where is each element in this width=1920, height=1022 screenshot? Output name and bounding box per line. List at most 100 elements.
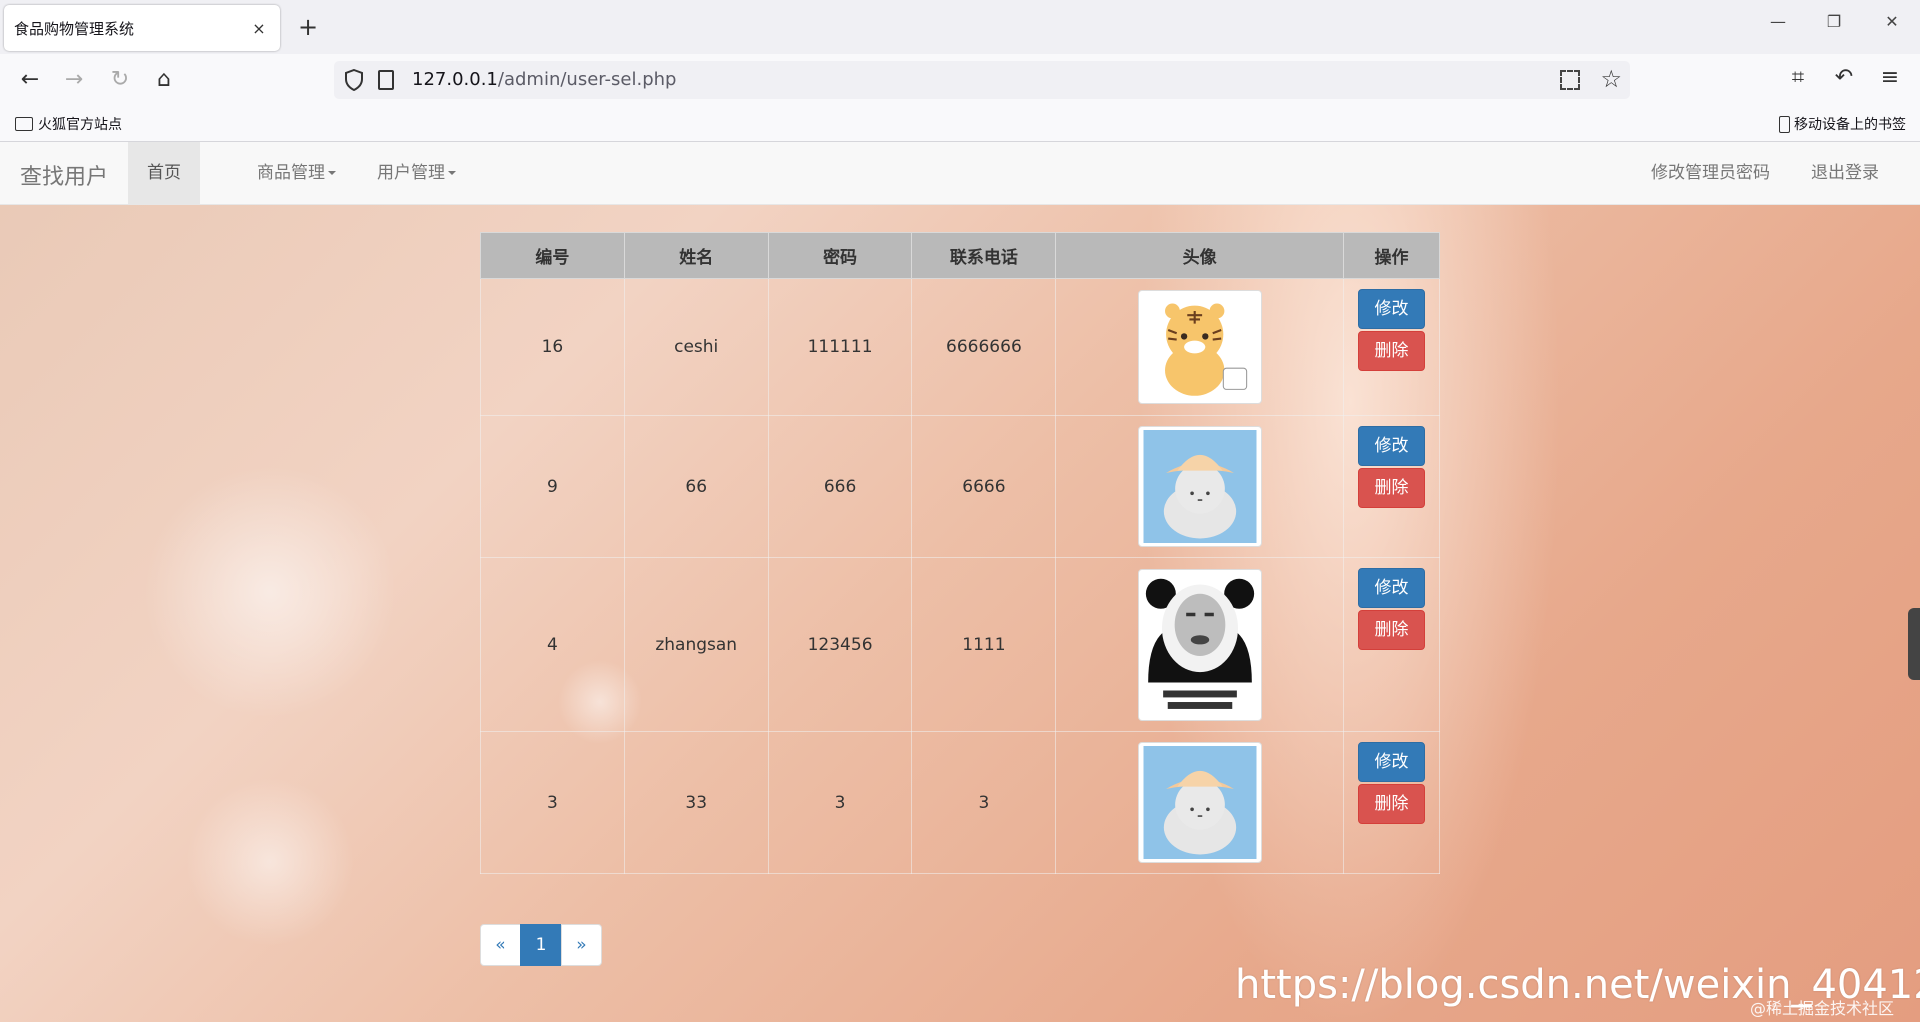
- mobile-bookmarks-label: 移动设备上的书签: [1794, 117, 1906, 133]
- cell-avatar: [1055, 731, 1345, 874]
- cell-name: ceshi: [623, 278, 769, 416]
- table-row: 16 ceshi 111111 6666666 修改 删除: [480, 278, 1440, 416]
- nav-goods-label: 商品管理: [257, 163, 325, 183]
- cell-name: zhangsan: [623, 557, 769, 732]
- pagination: « 1 »: [480, 924, 602, 966]
- tiger-sticker-icon: [1146, 294, 1253, 400]
- cell-actions: 修改 删除: [1343, 731, 1440, 874]
- header-password: 密码: [767, 232, 913, 279]
- header-name: 姓名: [623, 232, 769, 279]
- brand-title[interactable]: 查找用户: [20, 159, 108, 191]
- cell-password: 3: [767, 731, 913, 874]
- nav-home[interactable]: 首页: [128, 142, 200, 205]
- table-row: 4 zhangsan 123456 1111 修改 删除: [480, 557, 1440, 732]
- cell-name: 66: [623, 415, 769, 558]
- folder-icon: [15, 117, 33, 131]
- cell-phone: 6666666: [911, 278, 1057, 416]
- tab-title: 食品购物管理系统: [14, 19, 135, 38]
- reload-icon[interactable]: ↻: [104, 65, 136, 95]
- header-actions: 操作: [1343, 232, 1440, 279]
- url-text[interactable]: 127.0.0.1/admin/user-sel.php: [412, 69, 676, 90]
- cell-id: 16: [480, 278, 625, 416]
- mobile-device-icon: [1779, 115, 1790, 133]
- forward-icon[interactable]: →: [58, 65, 90, 95]
- new-tab-icon[interactable]: +: [294, 13, 322, 41]
- bookmarks-bar: 火狐官方站点 移动设备上的书签: [0, 106, 1920, 142]
- edit-button[interactable]: 修改: [1358, 568, 1425, 608]
- user-table: 编号 姓名 密码 联系电话 头像 操作 16 ceshi 111111 6666…: [480, 232, 1440, 874]
- back-icon[interactable]: ←: [14, 65, 46, 95]
- cell-phone: 1111: [911, 557, 1057, 732]
- cell-id: 4: [480, 557, 625, 732]
- watermark-juejin: @稀土掘金技术社区: [1750, 999, 1895, 1018]
- cell-id: 9: [480, 415, 625, 558]
- cell-actions: 修改 删除: [1343, 557, 1440, 732]
- cell-phone: 3: [911, 731, 1057, 874]
- table-row: 9 66 666 6666 修改 删除: [480, 415, 1440, 558]
- address-bar[interactable]: 127.0.0.1/admin/user-sel.php ☆: [334, 61, 1630, 99]
- header-phone: 联系电话: [911, 232, 1057, 279]
- hat-cat-sticker-icon: [1143, 746, 1257, 859]
- hat-cat-sticker-avatar: [1137, 742, 1262, 863]
- pagination-next[interactable]: »: [561, 924, 602, 966]
- qr-code-icon[interactable]: [1560, 70, 1580, 90]
- table-header-row: 编号 姓名 密码 联系电话 头像 操作: [480, 232, 1440, 279]
- edit-button[interactable]: 修改: [1358, 742, 1425, 782]
- caret-down-icon: [448, 171, 456, 175]
- cell-avatar: [1055, 415, 1345, 558]
- hat-cat-sticker-avatar: [1137, 426, 1262, 547]
- site-navbar: 查找用户 首页 商品管理 用户管理 修改管理员密码 退出登录: [0, 142, 1920, 205]
- cell-id: 3: [480, 731, 625, 874]
- mobile-bookmarks[interactable]: 移动设备上的书签: [1779, 114, 1906, 134]
- cell-password: 123456: [767, 557, 913, 732]
- cell-actions: 修改 删除: [1343, 278, 1440, 416]
- page-icon: [378, 70, 394, 90]
- table-row: 3 33 3 3 修改 删除: [480, 731, 1440, 874]
- shield-icon[interactable]: [344, 69, 364, 91]
- browser-tab[interactable]: 食品购物管理系统 ×: [4, 5, 280, 51]
- cell-password: 111111: [767, 278, 913, 416]
- url-host: 127.0.0.1: [412, 69, 498, 90]
- browser-toolbar: ← → ↻ ⌂ 127.0.0.1/admin/user-sel.php ☆ ⌗…: [0, 54, 1920, 106]
- cell-actions: 修改 删除: [1343, 415, 1440, 558]
- cell-phone: 6666: [911, 415, 1057, 558]
- panda-meme-avatar: [1137, 568, 1262, 721]
- cell-name: 33: [623, 731, 769, 874]
- panda-meme-icon: [1142, 572, 1258, 717]
- cell-avatar: [1055, 278, 1345, 416]
- page-content: 查找用户 首页 商品管理 用户管理 修改管理员密码 退出登录 编号 姓名 密码 …: [0, 142, 1920, 1022]
- restore-icon[interactable]: ❐: [1814, 12, 1854, 31]
- edit-button[interactable]: 修改: [1358, 426, 1425, 466]
- undo-icon[interactable]: ↶: [1828, 65, 1860, 90]
- nav-users-dropdown[interactable]: 用户管理: [377, 142, 456, 205]
- home-icon[interactable]: ⌂: [148, 65, 180, 95]
- screenshot-crop-icon[interactable]: ⌗: [1782, 65, 1814, 90]
- browser-tab-strip: 食品购物管理系统 × + — ❐ ✕: [0, 0, 1920, 54]
- hat-cat-sticker-icon: [1143, 430, 1257, 543]
- nav-users-label: 用户管理: [377, 163, 445, 183]
- pagination-page-1[interactable]: 1: [520, 924, 562, 966]
- header-id: 编号: [480, 232, 625, 279]
- cell-avatar: [1055, 557, 1345, 732]
- close-window-icon[interactable]: ✕: [1872, 12, 1912, 31]
- nav-change-password[interactable]: 修改管理员密码: [1651, 142, 1770, 205]
- nav-goods-dropdown[interactable]: 商品管理: [257, 142, 336, 205]
- minimize-icon[interactable]: —: [1758, 12, 1798, 31]
- menu-icon[interactable]: ≡: [1874, 65, 1906, 90]
- tiger-sticker-avatar: [1137, 290, 1262, 404]
- nav-logout[interactable]: 退出登录: [1811, 142, 1879, 205]
- delete-button[interactable]: 删除: [1358, 610, 1425, 650]
- delete-button[interactable]: 删除: [1358, 468, 1425, 508]
- tab-close-icon[interactable]: ×: [248, 19, 270, 38]
- bookmark-label: 火狐官方站点: [38, 117, 122, 133]
- header-avatar: 头像: [1055, 232, 1345, 279]
- pagination-prev[interactable]: «: [480, 924, 521, 966]
- bookmark-firefox-official[interactable]: 火狐官方站点: [15, 114, 122, 134]
- edit-button[interactable]: 修改: [1358, 289, 1425, 329]
- cell-password: 666: [767, 415, 913, 558]
- side-scroll-handle[interactable]: [1908, 608, 1920, 680]
- caret-down-icon: [328, 171, 336, 175]
- delete-button[interactable]: 删除: [1358, 784, 1425, 824]
- bookmark-star-icon[interactable]: ☆: [1600, 65, 1622, 93]
- delete-button[interactable]: 删除: [1358, 331, 1425, 371]
